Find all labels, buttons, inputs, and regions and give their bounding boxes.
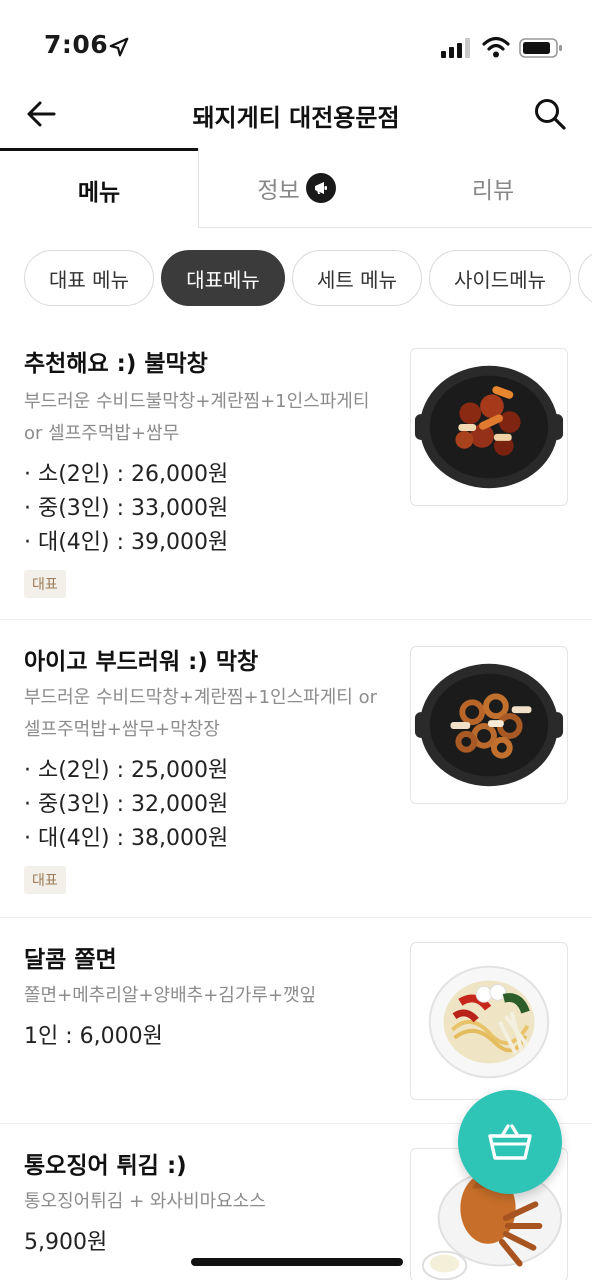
menu-item-price: · 대(4인) : 39,000원: [24, 530, 229, 555]
home-indicator: [191, 1258, 403, 1266]
menu-item-title: 통오징어 튀김 :): [24, 1153, 187, 1179]
representative-badge: 대표: [24, 570, 66, 598]
menu-item[interactable]: 추천해요 :) 불막창 부드러운 수비드불막창+계란찜+1인스파게티 or 셀프…: [0, 322, 592, 620]
tab-review[interactable]: 리뷰: [394, 148, 592, 228]
menu-item-price: 1인 : 6,000원: [24, 1024, 163, 1049]
basket-icon: [488, 1124, 532, 1160]
menu-item-image: [410, 646, 568, 804]
tab-menu[interactable]: 메뉴: [0, 148, 198, 228]
battery-icon: [519, 38, 562, 58]
menu-item-title: 달콤 쫄면: [24, 947, 117, 973]
menu-item[interactable]: 아이고 부드러워 :) 막창 부드러운 수비드막창+계란찜+1인스파게티 or …: [0, 620, 592, 918]
signal-icon: [441, 38, 470, 58]
representative-badge: 대표: [24, 866, 66, 894]
megaphone-icon: [305, 172, 336, 203]
chip-side-menu[interactable]: 사이드메뉴: [429, 250, 571, 306]
menu-item-price: · 소(2인) : 26,000원: [24, 462, 229, 487]
menu-item-price: · 대(4인) : 38,000원: [24, 826, 229, 851]
category-chips: 대표 메뉴 대표메뉴 세트 메뉴 사이드메뉴: [24, 250, 592, 308]
menu-item-image: [410, 348, 568, 506]
menu-item-price: · 중(3인) : 33,000원: [24, 496, 229, 521]
menu-item-price: · 중(3인) : 32,000원: [24, 792, 229, 817]
top-app-bar: 돼지게티 대전용문점: [0, 80, 592, 150]
chip-set-menu[interactable]: 세트 메뉴: [292, 250, 422, 306]
page-title: 돼지게티 대전용문점: [192, 104, 400, 132]
tab-menu-label: 메뉴: [77, 179, 121, 206]
menu-item-price: 5,900원: [24, 1230, 108, 1255]
menu-item-desc: 통오징어튀김 + 와사비마요소스: [24, 1191, 266, 1212]
menu-item-desc: 쫄면+메추리알+양배추+김가루+깻잎: [24, 985, 317, 1006]
tab-info[interactable]: 정보: [198, 148, 394, 228]
menu-item-title: 추천해요 :) 불막창: [24, 351, 208, 377]
tab-info-label: 정보: [257, 177, 300, 204]
tab-bar: 메뉴 정보 리뷰: [0, 148, 592, 228]
menu-item-desc: 부드러운 수비드막창+계란찜+1인스파게티 or 셀프주먹밥+쌈무+막창장: [24, 687, 377, 740]
chip-representative-menu[interactable]: 대표 메뉴: [24, 250, 154, 306]
menu-item-price: · 소(2인) : 25,000원: [24, 758, 229, 783]
menu-item-title: 아이고 부드러워 :) 막창: [24, 649, 259, 675]
tab-review-label: 리뷰: [471, 177, 515, 204]
chip-representative-menu-selected[interactable]: 대표메뉴: [161, 250, 285, 306]
menu-item-desc: 부드러운 수비드불막창+계란찜+1인스파게티 or 셀프주먹밥+쌈무: [24, 391, 370, 444]
cart-button[interactable]: [458, 1090, 562, 1194]
chip-more[interactable]: [578, 250, 592, 306]
status-time: 7:06: [44, 30, 109, 59]
search-icon[interactable]: [532, 96, 568, 132]
location-arrow-icon: [109, 37, 129, 57]
status-bar: 7:06: [0, 0, 592, 80]
menu-item-image: [410, 942, 568, 1100]
wifi-icon: [482, 36, 510, 58]
